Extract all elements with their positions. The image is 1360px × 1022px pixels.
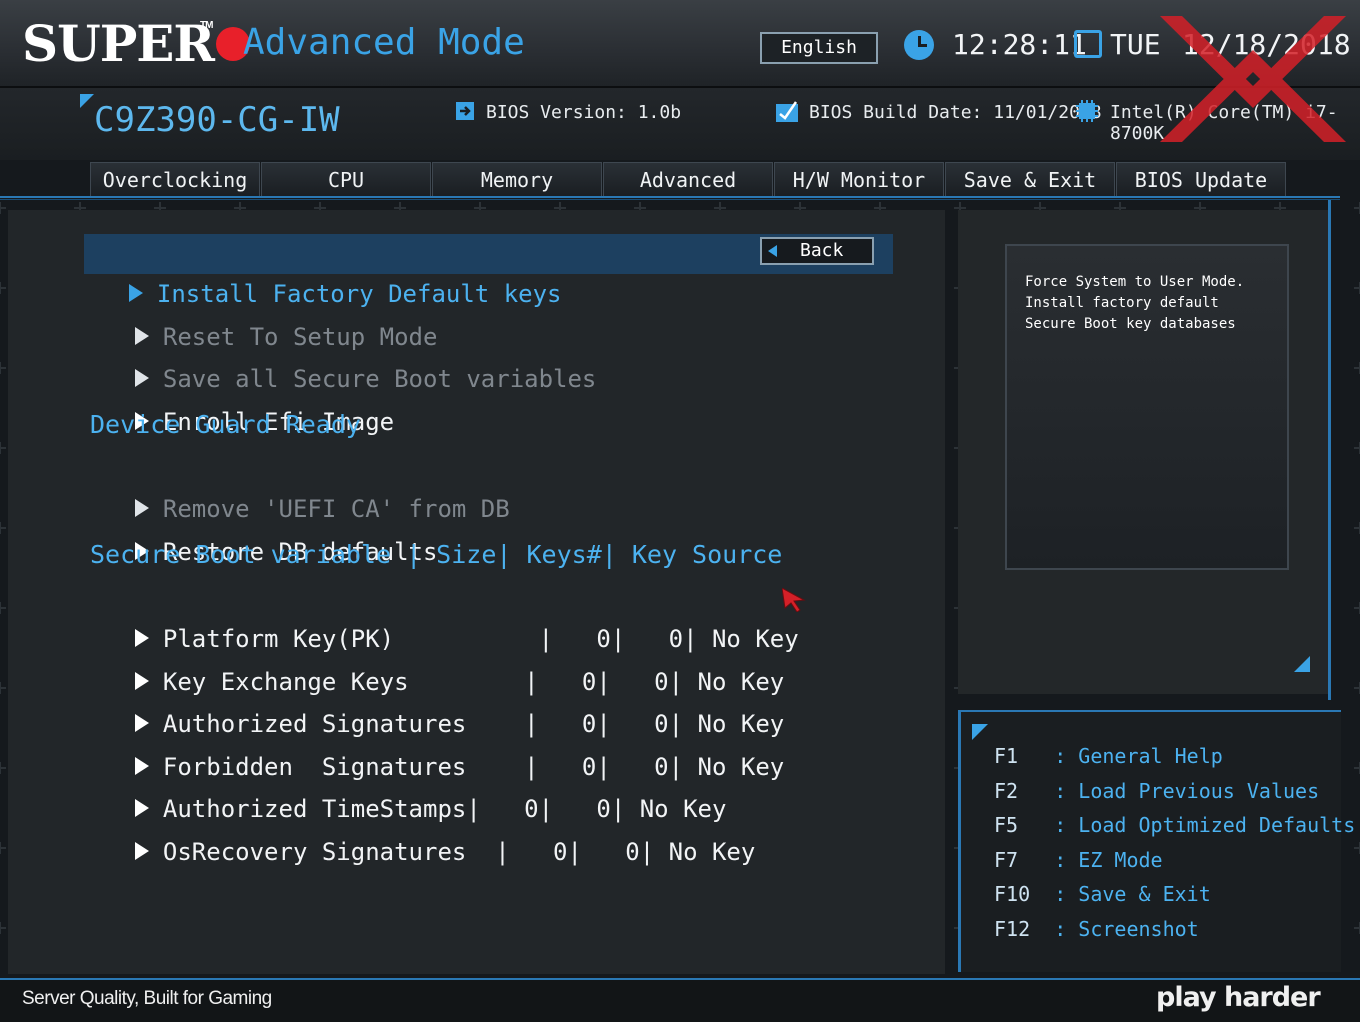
hotkey-f10: F10 : Save & Exit bbox=[994, 882, 1211, 906]
variable-row-forbidden-signatures[interactable]: Forbidden Signatures | 0| 0| No Key bbox=[90, 707, 784, 781]
menu-item-save-secure-boot-vars[interactable]: Save all Secure Boot variables bbox=[90, 319, 596, 393]
hotkey-f1: F1 : General Help bbox=[994, 744, 1223, 768]
corner-accent bbox=[1294, 656, 1310, 672]
section-device-guard: Device Guard Ready bbox=[90, 410, 361, 439]
menu-item-restore-db-defaults[interactable]: Restore DB defaults bbox=[90, 492, 437, 566]
tab-overclocking[interactable]: Overclocking bbox=[90, 162, 260, 196]
tab-save-exit[interactable]: Save & Exit bbox=[945, 162, 1115, 196]
play-harder-logo: play harder bbox=[1156, 982, 1321, 1013]
back-arrow-icon bbox=[768, 245, 777, 257]
language-select[interactable]: English bbox=[760, 32, 878, 64]
hotkey-f7: F7 : EZ Mode bbox=[994, 848, 1163, 872]
corner-accent bbox=[80, 94, 94, 108]
tab-bios-update[interactable]: BIOS Update bbox=[1116, 162, 1286, 196]
menu-item-remove-uefi-ca[interactable]: Remove 'UEFI CA' from DB bbox=[90, 449, 510, 523]
bios-build-date: BIOS Build Date: 11/01/2018 bbox=[809, 102, 1102, 123]
supermicro-logo: SUPER TM bbox=[22, 14, 250, 73]
tab-underline-shadow bbox=[0, 199, 1340, 200]
tab-memory[interactable]: Memory bbox=[432, 162, 602, 196]
cpu-icon bbox=[1076, 100, 1098, 122]
menu-item-enroll-efi-image[interactable]: Enroll Efi Image bbox=[90, 362, 394, 436]
variable-row-platform-key[interactable]: Platform Key(PK) | 0| 0| No Key bbox=[90, 579, 799, 653]
mouse-cursor-icon bbox=[782, 588, 806, 612]
bios-chip-icon bbox=[456, 102, 474, 120]
clock-icon bbox=[904, 30, 934, 60]
mode-title: Advanced Mode bbox=[243, 22, 525, 63]
section-secure-boot-variable-header: Secure Boot variable | Size| Keys#| Key … bbox=[90, 540, 783, 569]
build-date-icon bbox=[776, 101, 798, 122]
system-time[interactable]: 12:28:11 bbox=[952, 28, 1087, 61]
tab-hw-monitor[interactable]: H/W Monitor bbox=[774, 162, 944, 196]
variable-row-key-exchange-keys[interactable]: Key Exchange Keys | 0| 0| No Key bbox=[90, 622, 784, 696]
back-button[interactable]: Back bbox=[760, 237, 874, 265]
board-model: C9Z390-CG-IW bbox=[94, 100, 340, 140]
tab-underline bbox=[0, 196, 1340, 198]
variable-row-authorized-signatures[interactable]: Authorized Signatures | 0| 0| No Key bbox=[90, 664, 784, 738]
main-tabs: Overclocking CPU Memory Advanced H/W Mon… bbox=[90, 162, 1287, 196]
calendar-icon bbox=[1074, 30, 1102, 58]
hotkey-f5: F5 : Load Optimized Defaults bbox=[994, 813, 1356, 837]
help-description: Force System to User Mode. Install facto… bbox=[1025, 274, 1245, 332]
hotkey-f2: F2 : Load Previous Values bbox=[994, 779, 1320, 803]
hotkey-f12: F12 : Screenshot bbox=[994, 917, 1199, 941]
tab-cpu[interactable]: CPU bbox=[261, 162, 431, 196]
corner-accent bbox=[972, 724, 988, 740]
menu-item-reset-setup-mode[interactable]: Reset To Setup Mode bbox=[90, 277, 437, 351]
variable-row-authorized-timestamps[interactable]: Authorized TimeStamps| 0| 0| No Key bbox=[90, 749, 726, 823]
tab-advanced[interactable]: Advanced bbox=[603, 162, 773, 196]
bios-version: BIOS Version: 1.0b bbox=[486, 102, 682, 123]
footer-slogan: Server Quality, Built for Gaming bbox=[22, 988, 272, 1009]
frame-border bbox=[1328, 200, 1331, 700]
submenu-arrow-icon bbox=[134, 842, 149, 860]
system-day: TUE bbox=[1110, 28, 1161, 61]
variable-row-osrecovery-signatures[interactable]: OsRecovery Signatures | 0| 0| No Key bbox=[90, 792, 755, 866]
watermark-x-icon bbox=[1160, 16, 1346, 142]
